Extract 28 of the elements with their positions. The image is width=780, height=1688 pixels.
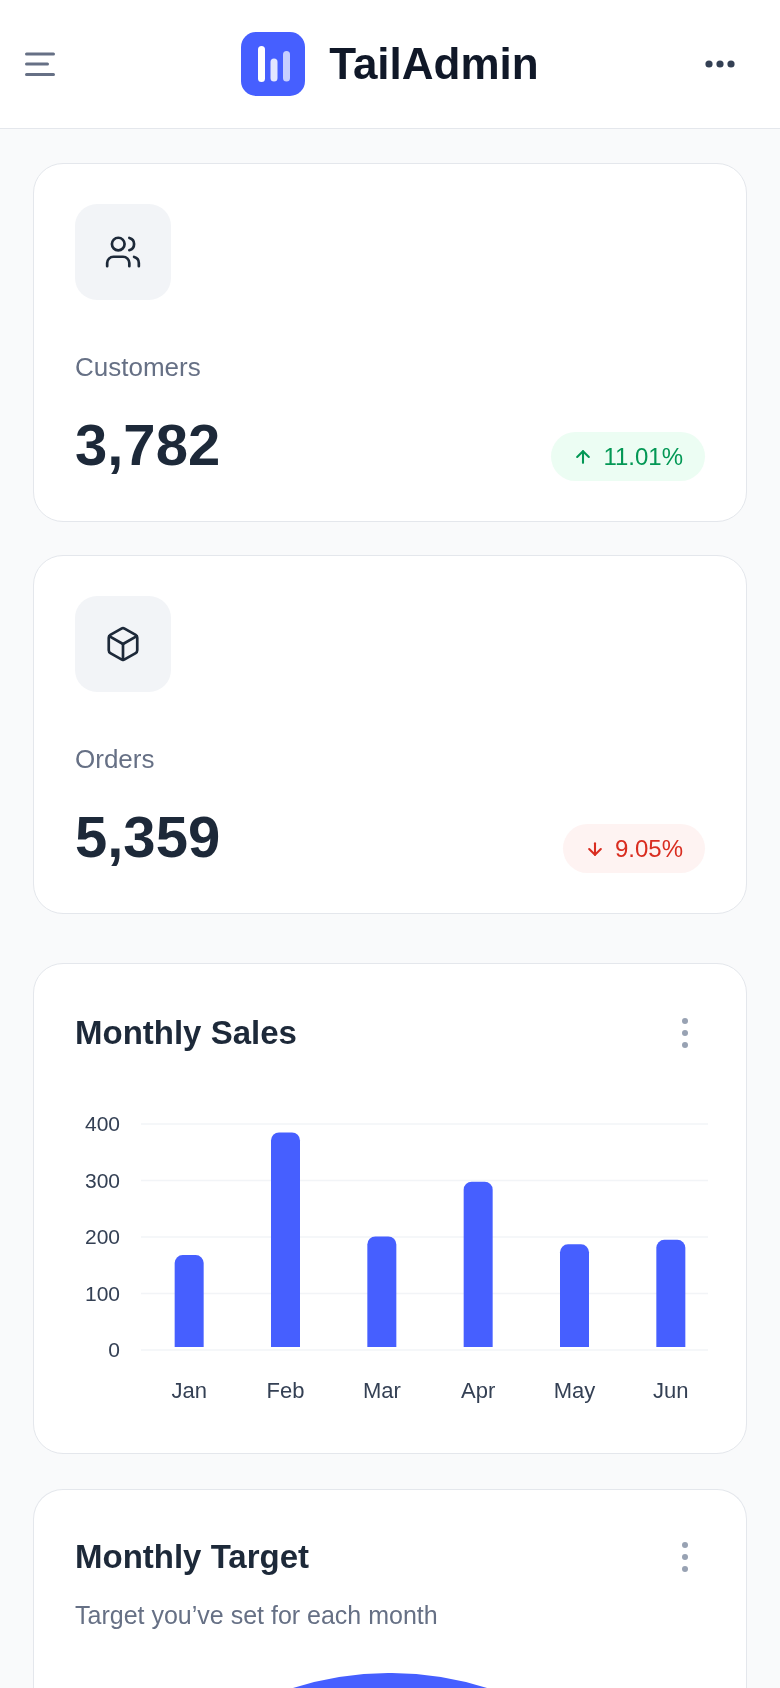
vertical-dots-icon bbox=[682, 1018, 688, 1048]
x-axis-label: Jun bbox=[653, 1378, 689, 1403]
horizontal-dots-icon bbox=[705, 60, 735, 68]
stat-label: Customers bbox=[75, 351, 202, 383]
change-value: 11.01% bbox=[603, 441, 683, 472]
menu-icon bbox=[25, 52, 55, 76]
y-axis-label: 200 bbox=[84, 1225, 120, 1248]
stat-label: Orders bbox=[75, 743, 156, 775]
app-title: TailAdmin bbox=[329, 38, 539, 90]
x-axis-label: Jan bbox=[171, 1378, 207, 1403]
card-subtitle: Target you’ve set for each month bbox=[75, 1600, 439, 1630]
bar-chart-logo-icon bbox=[241, 32, 306, 96]
card-title: Monthly Target bbox=[75, 1537, 310, 1577]
card-title: Monthly Sales bbox=[75, 1013, 297, 1053]
stat-value: 5,359 bbox=[75, 804, 221, 870]
x-axis-label: May bbox=[553, 1378, 596, 1403]
vertical-dots-icon bbox=[682, 1542, 688, 1572]
y-axis-label: 0 bbox=[108, 1338, 120, 1361]
x-axis-label: Apr bbox=[461, 1378, 496, 1403]
cube-icon bbox=[75, 596, 171, 692]
y-axis-label: 300 bbox=[84, 1168, 120, 1192]
y-axis-label: 400 bbox=[84, 1112, 120, 1135]
users-icon bbox=[75, 204, 171, 300]
change-value: 9.05% bbox=[614, 833, 683, 864]
x-axis-label: Feb bbox=[266, 1378, 305, 1403]
x-axis-label: Mar bbox=[362, 1378, 401, 1403]
y-axis-label: 100 bbox=[84, 1281, 120, 1305]
stat-value: 3,782 bbox=[75, 412, 221, 478]
